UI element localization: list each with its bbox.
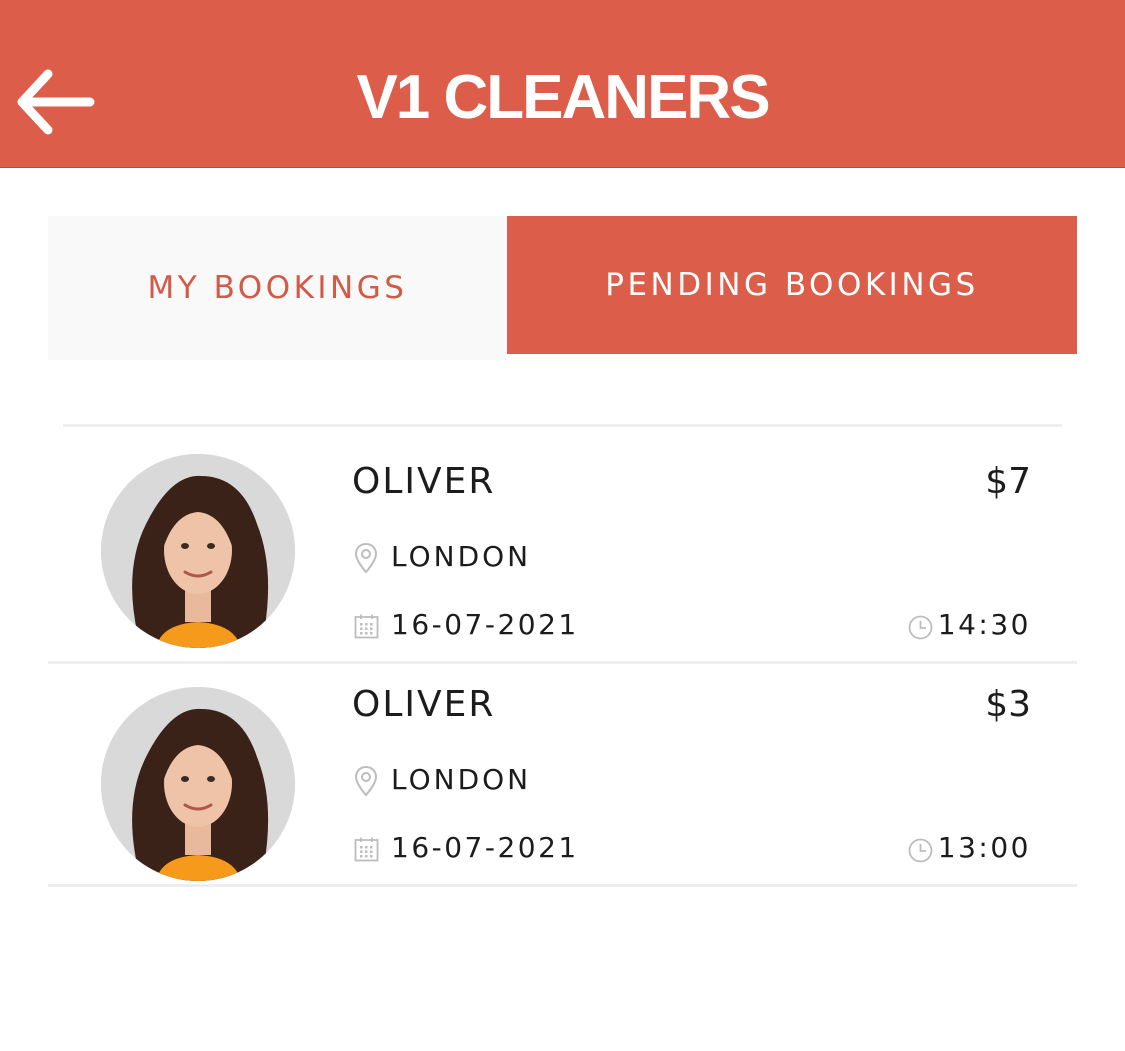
clock-icon xyxy=(908,838,933,863)
customer-name: OLIVER xyxy=(352,461,496,502)
calendar-icon xyxy=(354,614,379,639)
booking-price: $7 xyxy=(985,461,1031,502)
booking-list-item[interactable]: OLIVER $7 LONDON 16-07-2021 14:30 xyxy=(48,427,1077,649)
woman-portrait-avatar-icon xyxy=(101,454,295,648)
tab-pending-bookings[interactable]: PENDING BOOKINGS xyxy=(507,216,1077,354)
app-header: V1 CLEANERS xyxy=(0,0,1125,168)
customer-name: OLIVER xyxy=(352,684,496,725)
avatar xyxy=(101,687,295,881)
booking-time: 13:00 xyxy=(937,831,1031,864)
booking-time: 14:30 xyxy=(937,608,1031,641)
booking-location: LONDON xyxy=(391,763,532,796)
booking-price: $3 xyxy=(985,684,1031,725)
booking-location: LONDON xyxy=(391,540,532,573)
tab-my-bookings[interactable]: MY BOOKINGS xyxy=(48,216,507,360)
booking-date: 16-07-2021 xyxy=(391,608,579,641)
row-divider xyxy=(48,884,1077,887)
woman-portrait-avatar-icon xyxy=(101,687,295,881)
location-pin-icon xyxy=(354,542,378,574)
booking-list-item[interactable]: OLIVER $3 LONDON 16-07-2021 13:00 xyxy=(48,650,1077,881)
clock-icon xyxy=(908,615,933,640)
booking-date: 16-07-2021 xyxy=(391,831,579,864)
app-title: V1 CLEANERS xyxy=(356,63,770,132)
avatar xyxy=(101,454,295,648)
calendar-icon xyxy=(354,837,379,862)
booking-tabs: MY BOOKINGS PENDING BOOKINGS xyxy=(48,216,1077,360)
location-pin-icon xyxy=(354,765,378,797)
